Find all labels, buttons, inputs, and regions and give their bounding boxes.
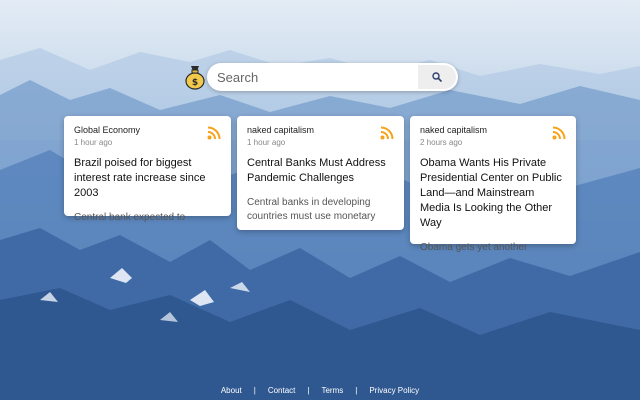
rss-icon [207, 126, 221, 140]
card-time: 2 hours ago [420, 138, 463, 147]
news-card[interactable]: naked capitalism 2 hours ago Obama Wants… [410, 116, 576, 253]
card-title[interactable]: Obama Wants His Private Presidential Cen… [420, 156, 566, 231]
footer-separator: | [307, 385, 310, 395]
money-bag-icon[interactable]: $ [184, 64, 206, 90]
rss-icon [380, 126, 394, 140]
card-source: naked capitalism [247, 125, 315, 135]
search-input[interactable] [217, 63, 422, 91]
svg-text:$: $ [192, 78, 198, 88]
footer-separator: | [253, 385, 256, 395]
card-time: 1 hour ago [74, 138, 113, 147]
privacy-policy-link[interactable]: Privacy Policy [369, 386, 419, 395]
card-source: Global Economy [74, 125, 141, 135]
rss-icon [552, 126, 566, 140]
search-button[interactable] [418, 65, 456, 89]
card-time: 1 hour ago [247, 138, 286, 147]
news-card[interactable]: Global Economy 1 hour ago Brazil poised … [64, 116, 231, 223]
search-icon [432, 70, 442, 85]
card-snippet: Central banks in developing countries mu… [247, 197, 376, 222]
search-bar [207, 63, 458, 91]
card-title[interactable]: Brazil poised for biggest interest rate … [74, 156, 221, 201]
card-title[interactable]: Central Banks Must Address Pandemic Chal… [247, 156, 394, 186]
terms-link[interactable]: Terms [321, 386, 343, 395]
card-snippet: Central bank expected to [74, 212, 186, 223]
footer-separator: | [355, 385, 358, 395]
contact-link[interactable]: Contact [268, 386, 296, 395]
card-source: naked capitalism [420, 125, 488, 135]
card-snippet: Obama gets yet another [420, 242, 528, 253]
footer-links: About | Contact | Terms | Privacy Policy [0, 383, 640, 397]
news-card[interactable]: naked capitalism 1 hour ago Central Bank… [237, 116, 404, 230]
about-link[interactable]: About [221, 386, 242, 395]
